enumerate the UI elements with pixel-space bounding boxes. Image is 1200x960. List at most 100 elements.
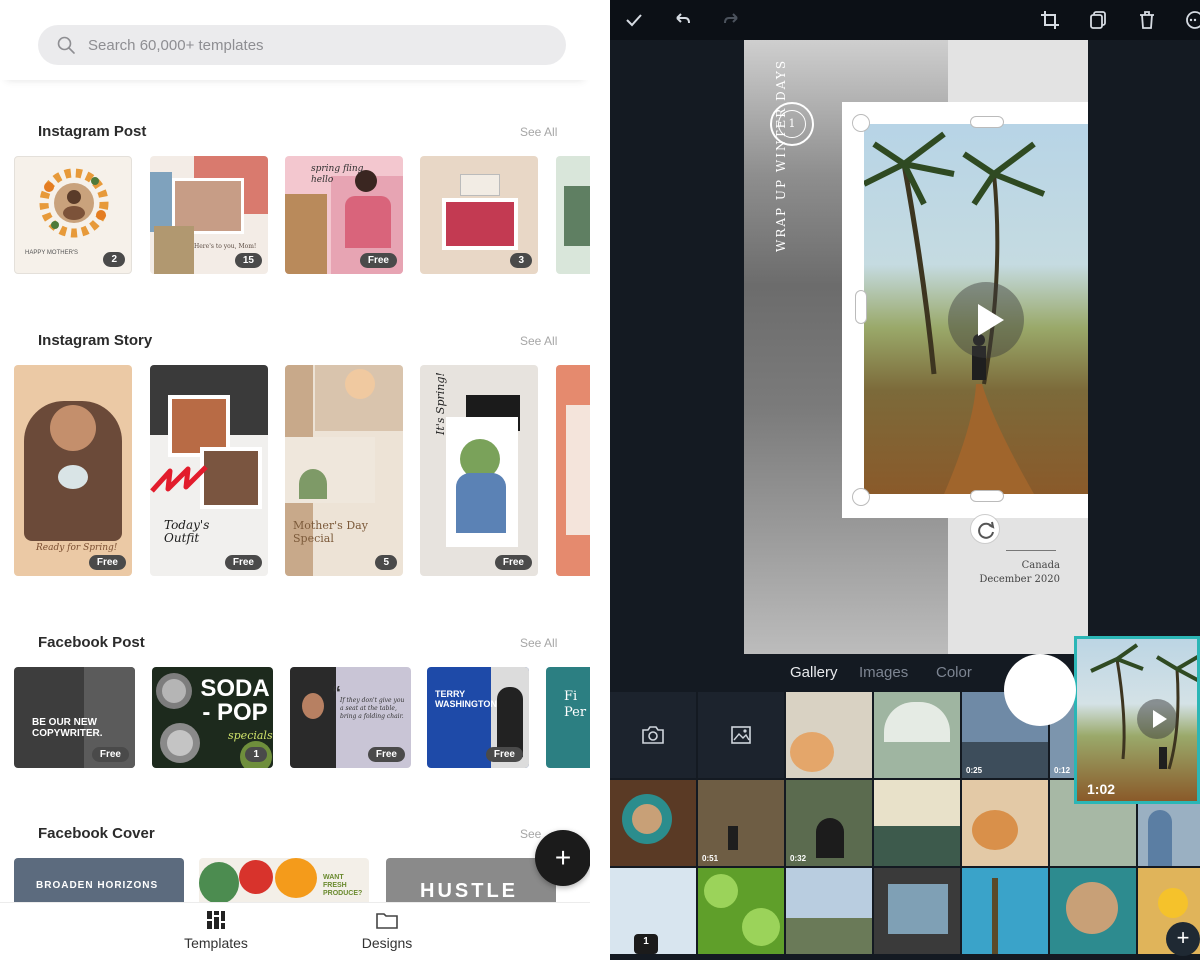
folder-icon: [376, 913, 398, 929]
gallery-thumbnail[interactable]: [874, 868, 960, 954]
caption-divider: [1006, 550, 1056, 551]
card-text: Fi Per: [564, 689, 587, 720]
tab-gallery[interactable]: Gallery: [790, 664, 838, 681]
crop-icon[interactable]: [1040, 10, 1060, 30]
resize-handle[interactable]: [970, 116, 1004, 128]
price-badge: Free: [494, 555, 532, 570]
editor-toolbar: [610, 0, 1200, 40]
tab-color[interactable]: Color: [936, 664, 972, 681]
template-card[interactable]: Today's Outfit Free: [150, 365, 268, 576]
gallery-thumbnail[interactable]: [1050, 868, 1136, 954]
bottom-navigation: Templates Designs: [0, 902, 590, 960]
template-card[interactable]: Fi Per: [546, 667, 590, 768]
card-text: Ready for Spring!: [36, 543, 118, 553]
section-title: Instagram Story: [38, 332, 153, 349]
template-card[interactable]: [556, 365, 590, 576]
template-card[interactable]: It's Spring! Free: [420, 365, 538, 576]
page-count-badge: 3: [510, 253, 532, 268]
card-text: Mother's Day Special: [293, 519, 368, 545]
camera-button[interactable]: [610, 692, 696, 778]
resize-handle[interactable]: [855, 290, 867, 324]
upload-image-button[interactable]: [698, 692, 784, 778]
see-all-link[interactable]: See All: [520, 636, 557, 650]
gallery-thumbnail[interactable]: [786, 692, 872, 778]
resize-handle[interactable]: [852, 488, 870, 506]
tab-designs[interactable]: Designs: [327, 909, 447, 951]
resize-handle[interactable]: [970, 490, 1004, 502]
template-card[interactable]: WANT FRESH PRODUCE?: [199, 858, 369, 904]
see-all-link[interactable]: See All: [520, 125, 557, 139]
tab-templates-label: Templates: [184, 935, 248, 951]
template-card[interactable]: SODA - POP specials 1: [152, 667, 273, 768]
templates-panel: Instagram Post See All HAPPY MOTHER'S 2 …: [0, 0, 590, 960]
image-icon: [731, 726, 751, 744]
check-icon[interactable]: [624, 10, 644, 30]
gallery-thumbnail[interactable]: [962, 780, 1048, 866]
template-card[interactable]: Here's to you, Mom! 15: [150, 156, 268, 274]
card-text: Here's to you, Mom!: [194, 243, 257, 250]
template-card[interactable]: HAPPY MOTHER'S 2: [14, 156, 132, 274]
template-card[interactable]: 3: [420, 156, 538, 274]
card-text: BROADEN HORIZONS: [36, 880, 159, 891]
play-icon: [1153, 710, 1167, 728]
price-badge: Free: [88, 555, 126, 570]
brush-stroke-icon: [150, 465, 208, 493]
gallery-thumbnail[interactable]: [874, 780, 960, 866]
design-page[interactable]: 1 WRAP UP WINTER DAYS Canada December 20…: [744, 40, 1088, 654]
add-media-button[interactable]: +: [1166, 922, 1200, 956]
template-card[interactable]: Ready for Spring! Free: [14, 365, 132, 576]
card-text: HAPPY MOTHER'S: [25, 250, 79, 256]
gallery-thumbnail[interactable]: [786, 868, 872, 954]
preview-duration: 1:02: [1087, 781, 1116, 797]
search-input[interactable]: [88, 36, 528, 54]
trash-icon[interactable]: [1137, 10, 1157, 30]
template-card[interactable]: Mother's Day Special 5: [285, 365, 403, 576]
play-icon: [978, 304, 1004, 336]
tab-images[interactable]: Images: [859, 664, 908, 681]
card-text: If they don't give you a seat at the tab…: [340, 697, 405, 720]
template-card[interactable]: “ If they don't give you a seat at the t…: [290, 667, 411, 768]
card-text: BE OUR NEW COPYWRITER.: [32, 717, 103, 739]
template-card[interactable]: BE OUR NEW COPYWRITER. Free: [14, 667, 135, 768]
card-text: spring fling hello: [311, 164, 364, 185]
page-count-badge: 5: [375, 555, 397, 570]
see-all-link[interactable]: See All: [520, 334, 557, 348]
video-duration: 0:12: [1054, 766, 1071, 775]
gallery-thumbnail[interactable]: [962, 868, 1048, 954]
redo-icon[interactable]: [722, 10, 742, 30]
gallery-thumbnail[interactable]: 1: [610, 868, 696, 954]
duplicate-icon[interactable]: [1088, 10, 1108, 30]
rotate-handle[interactable]: [970, 514, 1000, 544]
template-card[interactable]: HUSTLE: [386, 858, 556, 904]
section-title: Facebook Post: [38, 634, 145, 651]
template-card[interactable]: TERRY WASHINGTON Free: [427, 667, 529, 768]
template-card[interactable]: spring fling hello Free: [285, 156, 403, 274]
undo-icon[interactable]: [672, 10, 692, 30]
gallery-thumbnail[interactable]: 0:32: [786, 780, 872, 866]
caption-date: December 2020: [979, 574, 1060, 585]
search-bar[interactable]: [38, 25, 566, 65]
more-options-icon[interactable]: [1185, 10, 1200, 30]
design-canvas: 1 WRAP UP WINTER DAYS Canada December 20…: [610, 40, 1200, 660]
gallery-thumbnail[interactable]: [698, 868, 784, 954]
templates-icon: [207, 911, 225, 929]
price-badge: Free: [91, 747, 129, 762]
gallery-thumbnail[interactable]: [610, 780, 696, 866]
price-badge: Free: [367, 747, 405, 762]
vertical-heading: WRAP UP WINTER DAYS: [774, 58, 788, 252]
template-card[interactable]: BROADEN HORIZONS: [14, 858, 184, 904]
video-duration: 0:25: [966, 766, 983, 775]
see-all-link[interactable]: See: [520, 827, 541, 841]
dragged-video-preview[interactable]: 1:02: [1074, 636, 1200, 804]
video-duration: 0:32: [790, 854, 807, 863]
preview-play-button[interactable]: [1137, 699, 1177, 739]
resize-handle[interactable]: [852, 114, 870, 132]
tab-templates[interactable]: Templates: [156, 909, 276, 951]
gallery-thumbnail[interactable]: 0:51: [698, 780, 784, 866]
gallery-thumbnail[interactable]: [874, 692, 960, 778]
template-card[interactable]: [556, 156, 590, 274]
section-title: Instagram Post: [38, 123, 147, 140]
add-design-button[interactable]: +: [535, 830, 590, 886]
card-text: WANT FRESH PRODUCE?: [323, 874, 363, 897]
play-button[interactable]: [948, 282, 1024, 358]
